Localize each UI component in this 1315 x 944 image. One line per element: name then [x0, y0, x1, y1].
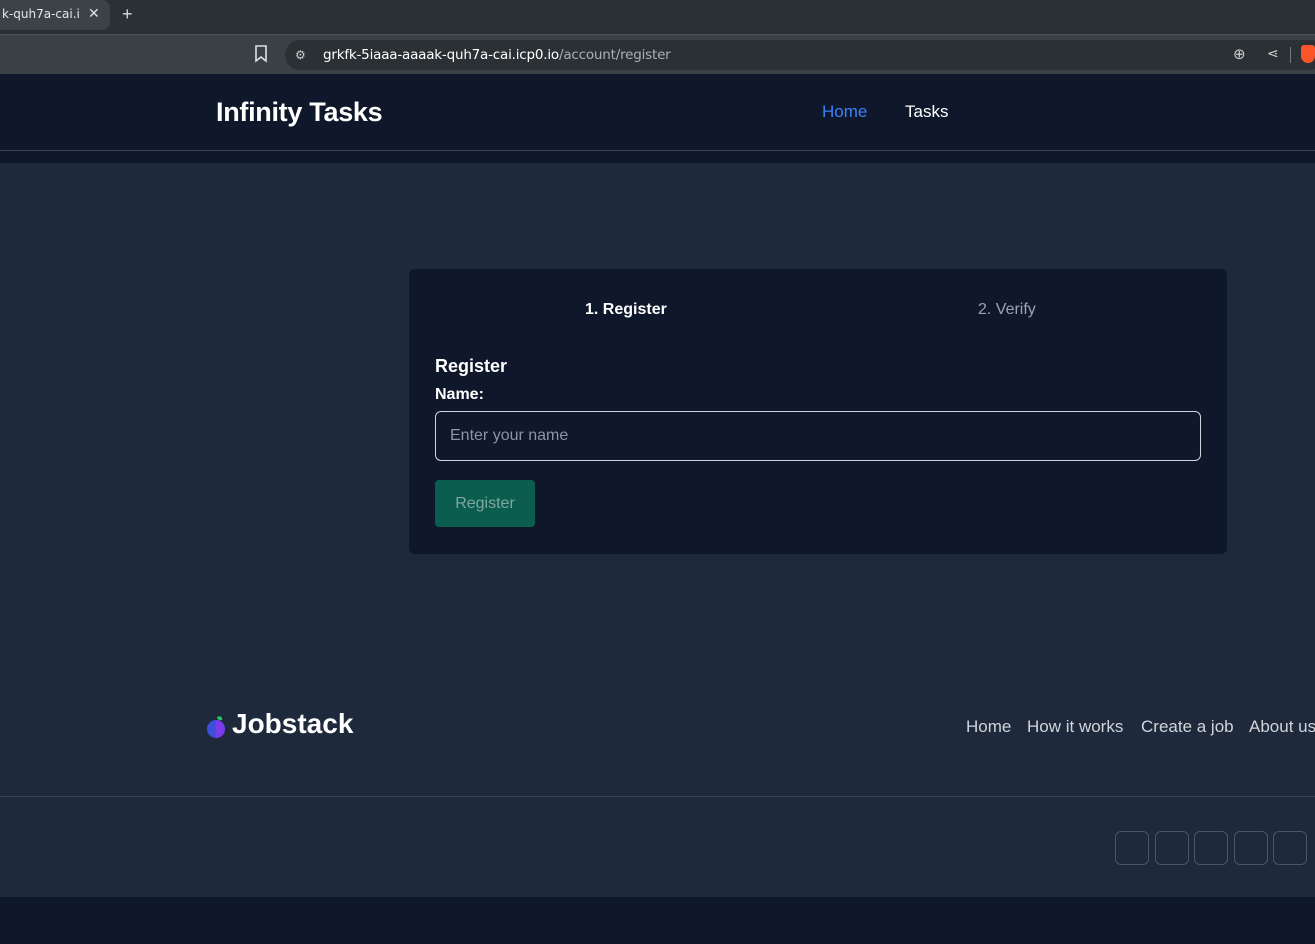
- browser-tabstrip: k-quh7a-cai.i ✕ +: [0, 0, 1315, 34]
- step-register: 1. Register: [585, 301, 667, 318]
- new-tab-icon[interactable]: +: [122, 4, 133, 25]
- footer-link-home[interactable]: Home: [966, 717, 1011, 737]
- nav-home-link[interactable]: Home: [822, 102, 867, 122]
- main-content: 1. Register 2. Verify Register Name: Reg…: [0, 163, 1315, 797]
- social-icon-2[interactable]: [1155, 831, 1189, 865]
- footer-bottom: [0, 797, 1315, 897]
- site-settings-icon[interactable]: ⚙: [295, 48, 306, 62]
- tab-title: k-quh7a-cai.i: [2, 7, 80, 21]
- jobstack-logo-icon[interactable]: [205, 715, 227, 739]
- url-text[interactable]: grkfk-5iaaa-aaaak-quh7a-cai.icp0.io/acco…: [323, 47, 671, 63]
- brave-icon[interactable]: [1301, 45, 1315, 63]
- bookmark-icon[interactable]: [254, 45, 268, 63]
- url-host: grkfk-5iaaa-aaaak-quh7a-cai.icp0.io: [323, 47, 559, 63]
- social-icon-1[interactable]: [1115, 831, 1149, 865]
- browser-tab[interactable]: k-quh7a-cai.i ✕: [0, 0, 110, 30]
- footer-logo-text[interactable]: Jobstack: [232, 708, 353, 740]
- zoom-icon[interactable]: ⊕: [1233, 45, 1246, 63]
- site-header: Infinity Tasks Home Tasks: [0, 75, 1315, 151]
- name-label: Name:: [435, 386, 484, 403]
- form-title: Register: [435, 356, 508, 376]
- register-button[interactable]: Register: [435, 480, 535, 527]
- toolbar-divider: [1290, 47, 1291, 63]
- footer-link-about[interactable]: About us: [1249, 717, 1315, 737]
- footer-link-create-job[interactable]: Create a job: [1141, 717, 1234, 737]
- address-bar[interactable]: ⚙ grkfk-5iaaa-aaaak-quh7a-cai.icp0.io/ac…: [285, 40, 1315, 70]
- social-icon-4[interactable]: [1234, 831, 1268, 865]
- footer-link-how-it-works[interactable]: How it works: [1027, 717, 1123, 737]
- brand-title[interactable]: Infinity Tasks: [216, 97, 383, 128]
- register-card: 1. Register 2. Verify Register Name: Reg…: [409, 269, 1227, 554]
- share-icon[interactable]: ⋖: [1267, 45, 1279, 62]
- social-icon-5[interactable]: [1273, 831, 1307, 865]
- url-path: /account/register: [558, 47, 671, 63]
- header-spacer: [0, 151, 1315, 163]
- step-verify: 2. Verify: [978, 301, 1036, 318]
- social-icon-3[interactable]: [1194, 831, 1228, 865]
- close-icon[interactable]: ✕: [88, 5, 100, 22]
- browser-toolbar: ⚙ grkfk-5iaaa-aaaak-quh7a-cai.icp0.io/ac…: [0, 34, 1315, 74]
- name-input[interactable]: [435, 411, 1201, 461]
- page-bottom-strip: [0, 897, 1315, 944]
- nav-tasks-link[interactable]: Tasks: [905, 102, 948, 122]
